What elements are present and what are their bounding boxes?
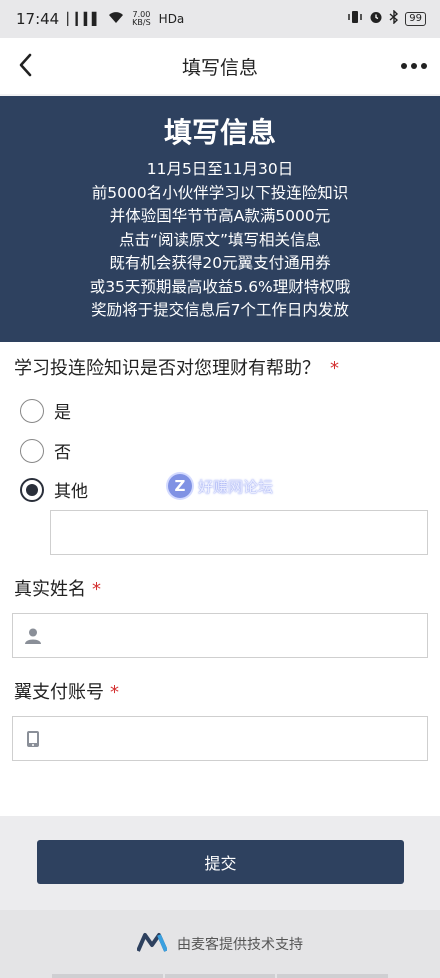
banner-title: 填写信息 — [163, 116, 276, 149]
required-mark: * — [110, 682, 119, 703]
required-mark: * — [92, 579, 101, 600]
more-menu-button[interactable] — [398, 52, 430, 80]
status-left: 17:44 ▏▎▍▌ 7.00 KB/S HDa — [16, 10, 184, 28]
watermark-logo-icon: Z — [168, 474, 192, 498]
alarm-icon — [369, 10, 383, 28]
footer: 由麦客提供技术支持 — [0, 910, 440, 978]
submit-area: 提交 — [0, 816, 440, 910]
other-text-input[interactable] — [50, 510, 428, 555]
name-input[interactable] — [53, 615, 427, 656]
option-other[interactable]: 其他 — [20, 477, 88, 502]
name-label: 真实姓名 * — [14, 579, 101, 600]
radio-button[interactable] — [20, 438, 44, 463]
account-field[interactable] — [12, 716, 428, 761]
wifi-icon — [108, 10, 124, 28]
footer-tab-strip — [52, 974, 389, 978]
banner-line: 11月5日至11月30日 — [146, 160, 294, 178]
banner-line: 既有机会获得20元翼支付通用券 — [109, 254, 331, 272]
option-label: 其他 — [54, 482, 88, 502]
back-button[interactable] — [10, 50, 40, 80]
vibrate-icon — [347, 10, 363, 28]
bluetooth-icon — [389, 9, 399, 28]
more-dots-icon — [401, 63, 407, 69]
submit-button[interactable]: 提交 — [37, 840, 404, 884]
watermark-text: 好赚网论坛 — [198, 477, 274, 496]
battery-icon: 99 — [405, 12, 426, 26]
banner-line: 并体验国华节节高A款满5000元 — [109, 207, 331, 225]
network-speed: 7.00 KB/S — [132, 10, 151, 27]
status-time: 17:44 — [16, 10, 60, 28]
banner-line: 点击“阅读原文”填写相关信息 — [118, 230, 322, 249]
chevron-left-icon — [19, 53, 32, 77]
signal-icon: ▏▎▍▌ — [67, 12, 101, 26]
account-input[interactable] — [53, 718, 427, 759]
option-no[interactable]: 否 — [20, 438, 71, 463]
phone-icon — [13, 717, 53, 760]
page-title: 填写信息 — [181, 56, 258, 79]
banner-line: 前5000名小伙伴学习以下投连险知识 — [91, 183, 349, 202]
info-form: 学习投连险知识是否对您理财有帮助？ * 是 否 其他 真实姓名 * 翼支付账号 * — [0, 342, 440, 816]
option-label: 是 — [54, 403, 71, 423]
banner-line: 或35天预期最高收益5.6%理财特权哦 — [89, 277, 351, 296]
header-banner: 填写信息 11月5日至11月30日 前5000名小伙伴学习以下投连险知识 并体验… — [0, 96, 440, 342]
question-label: 学习投连险知识是否对您理财有帮助？ * — [14, 358, 339, 379]
status-right: 99 — [347, 9, 426, 28]
banner-line: 奖励将于提交信息后7个工作日内发放 — [91, 301, 349, 319]
name-field[interactable] — [12, 613, 428, 658]
option-yes[interactable]: 是 — [20, 398, 71, 423]
brand-logo-icon — [136, 932, 168, 956]
user-icon — [13, 614, 53, 657]
radio-button[interactable] — [20, 398, 44, 423]
option-label: 否 — [54, 443, 71, 463]
network-type: HDa — [158, 12, 185, 26]
radio-button-checked[interactable] — [20, 477, 44, 502]
account-label: 翼支付账号 * — [14, 682, 119, 703]
footer-text: 由麦客提供技术支持 — [177, 937, 303, 953]
nav-bar: 填写信息 — [0, 38, 440, 94]
watermark: Z 好赚网论坛 — [168, 474, 273, 498]
required-mark: * — [330, 358, 339, 379]
status-bar: 17:44 ▏▎▍▌ 7.00 KB/S HDa 99 — [0, 0, 440, 38]
